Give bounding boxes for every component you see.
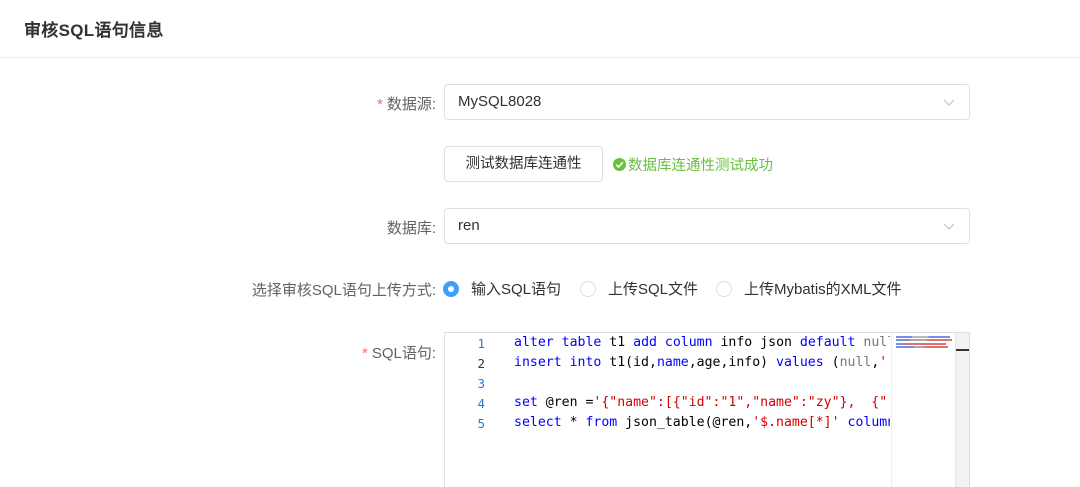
sql-code-editor[interactable]: 1 2 3 4 5 alter table t1 add column info…: [444, 332, 970, 487]
chevron-down-icon: [943, 99, 955, 106]
database-select-value: ren: [458, 217, 480, 234]
scrollbar-cursor-mark: [956, 349, 969, 351]
radio-input-sql[interactable]: 输入SQL语句: [443, 278, 561, 299]
line-number: 5: [477, 416, 485, 431]
database-label: 数据库:: [386, 220, 436, 237]
radio-button[interactable]: [580, 280, 596, 297]
required-mark: *: [361, 345, 368, 362]
radio-button[interactable]: [716, 280, 732, 297]
code-line: insert into t1(id,name,age,info) values …: [514, 355, 888, 370]
datasource-select-value: MySQL8028: [458, 93, 542, 110]
card-header: 审核SQL语句信息: [0, 0, 1080, 58]
sql-label: * SQL语句:: [361, 345, 436, 362]
line-number-active: 2: [477, 356, 485, 371]
code-line: alter table t1 add column info json defa…: [514, 335, 890, 350]
radio-button-checked[interactable]: [443, 280, 459, 297]
required-mark: *: [376, 96, 383, 113]
test-connection-button[interactable]: 测试数据库连通性: [444, 146, 603, 182]
database-select[interactable]: ren: [444, 208, 970, 244]
card-title: 审核SQL语句信息: [24, 21, 164, 40]
line-number-gutter: 1 2 3 4 5: [445, 333, 501, 487]
radio-upload-sql-file[interactable]: 上传SQL文件: [580, 278, 698, 299]
minimap-line: [896, 339, 952, 341]
upload-mode-label: 选择审核SQL语句上传方式:: [251, 282, 436, 299]
line-number: 3: [477, 376, 485, 391]
code-line: select * from json_table(@ren,'$.name[*]…: [514, 415, 890, 430]
minimap-line: [896, 343, 946, 345]
line-number: 4: [477, 396, 485, 411]
minimap-line: [896, 336, 950, 338]
line-number: 1: [477, 336, 485, 351]
code-line: set @ren ='{"name":[{"id":"1","name":"zy…: [514, 395, 888, 410]
connection-success-message: 数据库连通性测试成功: [613, 154, 773, 175]
minimap-line: [896, 346, 948, 348]
editor-minimap[interactable]: [891, 333, 955, 487]
datasource-label: * 数据源:: [376, 96, 436, 113]
datasource-select[interactable]: MySQL8028: [444, 84, 970, 120]
editor-scrollbar[interactable]: [955, 333, 969, 487]
check-circle-icon: [613, 158, 626, 171]
code-text-area[interactable]: alter table t1 add column info json defa…: [514, 333, 890, 487]
radio-upload-mybatis-xml[interactable]: 上传Mybatis的XML文件: [716, 278, 902, 299]
chevron-down-icon: [943, 223, 955, 230]
